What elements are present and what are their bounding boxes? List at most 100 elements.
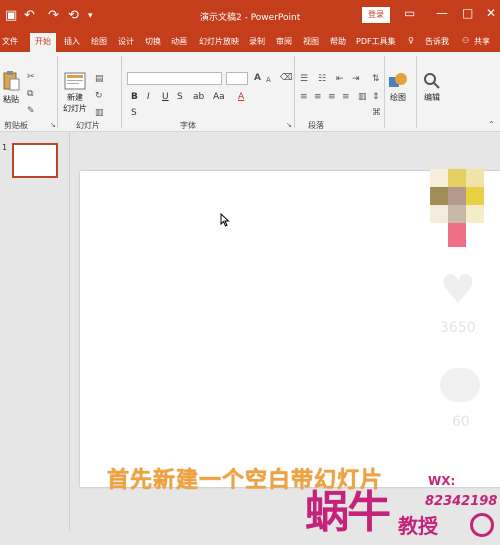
- slide-thumbnail-pane: [0, 132, 70, 545]
- mosaic-block: [448, 223, 466, 247]
- cut-icon[interactable]: ✂: [27, 72, 35, 82]
- share-button[interactable]: 共享: [474, 36, 490, 47]
- tab-view[interactable]: 视图: [303, 36, 319, 47]
- watermark-wx-label: WX:: [428, 474, 456, 488]
- mosaic-block: [448, 205, 466, 223]
- clipboard-launcher-icon[interactable]: ↘: [50, 120, 56, 130]
- like-heart-icon[interactable]: ♥: [440, 270, 476, 310]
- strikethrough-button[interactable]: S: [177, 92, 183, 102]
- font-color-button[interactable]: A: [238, 92, 244, 102]
- format-painter-icon[interactable]: ✎: [27, 106, 35, 116]
- bullets-icon[interactable]: ☰: [300, 74, 308, 84]
- tab-draw[interactable]: 绘图: [91, 36, 107, 47]
- mouse-pointer-icon: [220, 213, 230, 227]
- mosaic-block: [448, 169, 466, 187]
- editing-label: 编辑: [424, 93, 440, 102]
- tab-record[interactable]: 录制: [249, 36, 265, 47]
- char-spacing-icon[interactable]: ab: [193, 92, 204, 102]
- bold-button[interactable]: B: [131, 92, 138, 102]
- editing-button[interactable]: 编辑: [420, 72, 444, 103]
- mosaic-block: [466, 169, 484, 187]
- copy-icon[interactable]: ⧉: [27, 89, 33, 99]
- tab-slideshow[interactable]: 幻灯片放映: [199, 36, 239, 47]
- collapse-ribbon-icon[interactable]: ⌃: [488, 120, 495, 130]
- watermark-subtitle: 教授: [398, 514, 438, 538]
- tab-file[interactable]: 文件: [2, 36, 18, 47]
- undo-icon[interactable]: ↶: [24, 8, 35, 24]
- tab-design[interactable]: 设计: [118, 36, 134, 47]
- decrease-indent-icon[interactable]: ⇤: [336, 74, 344, 84]
- lightbulb-icon[interactable]: ♀: [408, 36, 414, 45]
- ribbon-separator: [416, 56, 417, 128]
- share-icon[interactable]: ⚇: [462, 36, 469, 45]
- clipboard-group-label: 剪贴板: [4, 121, 28, 130]
- tab-review[interactable]: 审阅: [276, 36, 292, 47]
- ribbon-separator: [57, 56, 58, 128]
- slides-group-label: 幻灯片: [76, 121, 100, 130]
- watermark-wx-id: 82342198: [425, 494, 498, 509]
- start-from-beginning-icon[interactable]: ⟲: [68, 8, 79, 24]
- font-size-up-icon[interactable]: A: [254, 73, 261, 83]
- drawing-button[interactable]: 绘图: [386, 72, 410, 103]
- text-direction-icon[interactable]: ⇅: [372, 74, 380, 84]
- mosaic-block: [448, 187, 466, 205]
- tab-help[interactable]: 帮助: [330, 36, 346, 47]
- tell-me-search[interactable]: 告诉我: [425, 36, 449, 47]
- tab-home[interactable]: 开始: [30, 33, 56, 52]
- ribbon-separator: [294, 56, 295, 128]
- font-size-down-icon[interactable]: A: [266, 75, 271, 85]
- maximize-icon[interactable]: □: [462, 6, 473, 20]
- new-slide-label-2: 幻灯片: [63, 104, 87, 113]
- window-title: 演示文稿2 - PowerPoint: [200, 13, 301, 23]
- redo-icon[interactable]: ↷: [48, 8, 59, 24]
- tab-transitions[interactable]: 切换: [145, 36, 161, 47]
- increase-indent-icon[interactable]: ⇥: [352, 74, 360, 84]
- tab-animations[interactable]: 动画: [171, 36, 187, 47]
- clear-format-icon[interactable]: ⌫: [280, 73, 293, 83]
- customize-toolbar-icon[interactable]: ▾: [88, 8, 93, 24]
- slide-number: 1: [2, 143, 8, 152]
- text-shadow-icon[interactable]: S: [131, 108, 137, 118]
- mosaic-block: [466, 205, 484, 223]
- change-case-icon[interactable]: Aa: [213, 92, 225, 102]
- new-slide-label-1: 新建: [67, 93, 83, 102]
- layout-icon[interactable]: ▤: [95, 74, 104, 84]
- align-text-icon[interactable]: ⇕: [372, 92, 380, 102]
- comment-count: 60: [452, 414, 470, 430]
- align-right-icon[interactable]: ≡: [328, 92, 336, 102]
- slide-thumbnail[interactable]: [12, 143, 58, 178]
- ribbon-display-icon[interactable]: ▭: [404, 6, 415, 20]
- minimize-icon[interactable]: —: [436, 6, 448, 20]
- drawing-label: 绘图: [390, 93, 406, 102]
- title-bar: ▣ ↶ ↷ ⟲ ▾ 演示文稿2 - PowerPoint 登录 ▭ — □ ✕: [0, 0, 500, 33]
- smartart-icon[interactable]: ⌘: [372, 108, 381, 118]
- save-icon[interactable]: ▣: [5, 8, 17, 24]
- paragraph-group-label: 段落: [308, 121, 324, 130]
- tab-insert[interactable]: 插入: [64, 36, 80, 47]
- underline-button[interactable]: U: [162, 92, 169, 102]
- font-group-label: 字体: [180, 121, 196, 130]
- ribbon-separator: [121, 56, 122, 128]
- font-launcher-icon[interactable]: ↘: [286, 120, 292, 130]
- mosaic-block: [430, 169, 448, 187]
- numbering-icon[interactable]: ☷: [318, 74, 326, 84]
- new-slide-button[interactable]: 新建 幻灯片: [60, 72, 90, 114]
- paste-button[interactable]: 粘贴: [0, 70, 22, 105]
- justify-icon[interactable]: ≡: [342, 92, 350, 102]
- mosaic-block: [430, 187, 448, 205]
- section-icon[interactable]: ▥: [95, 108, 104, 118]
- search-icon: [424, 73, 440, 89]
- comment-bubble-icon[interactable]: [440, 368, 480, 402]
- reset-icon[interactable]: ↻: [95, 91, 103, 101]
- font-name-select[interactable]: [127, 72, 222, 85]
- columns-icon[interactable]: ▥: [358, 92, 367, 102]
- mosaic-block: [466, 187, 484, 205]
- paste-label: 粘贴: [3, 95, 19, 104]
- tab-pdf-tools[interactable]: PDF工具集: [356, 36, 396, 47]
- font-size-select[interactable]: [226, 72, 248, 85]
- align-center-icon[interactable]: ≡: [314, 92, 322, 102]
- align-left-icon[interactable]: ≡: [300, 92, 308, 102]
- signin-button[interactable]: 登录: [362, 7, 390, 23]
- italic-button[interactable]: I: [147, 92, 150, 102]
- close-icon[interactable]: ✕: [486, 6, 496, 20]
